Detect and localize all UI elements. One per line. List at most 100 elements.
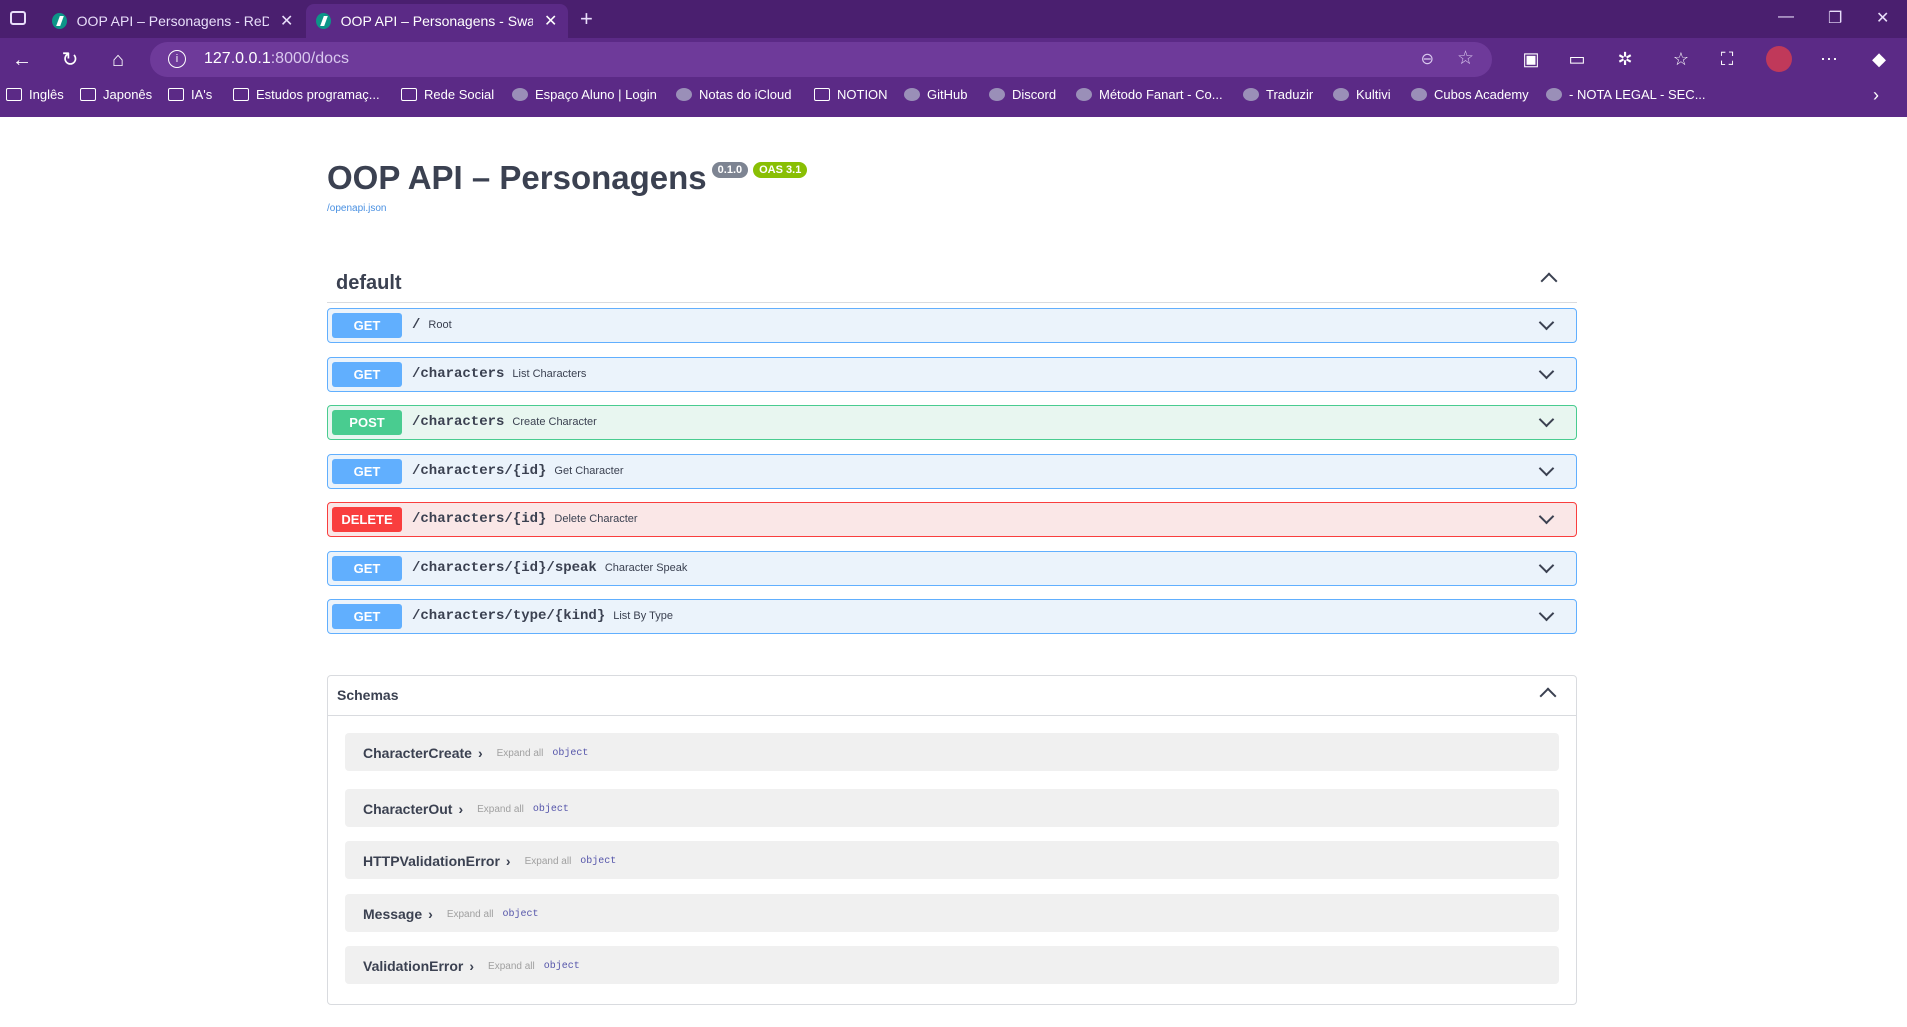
expand-all-button[interactable]: Expand all (488, 961, 535, 972)
close-icon[interactable]: ✕ (279, 11, 294, 31)
bookmark-link[interactable]: Kultivi (1333, 87, 1391, 102)
chevron-right-icon[interactable]: › (478, 745, 483, 761)
schema-model[interactable]: HTTPValidationError › Expand all object (345, 841, 1559, 879)
operation-summary: Character Speak (604, 562, 688, 574)
chevron-right-icon[interactable]: › (469, 958, 474, 974)
operation-path: /characters/type/{kind} List By Type (412, 608, 673, 624)
chevron-right-icon[interactable]: › (458, 801, 463, 817)
section-header[interactable]: default (327, 267, 1577, 303)
bookmark-folder[interactable]: IA's (168, 87, 212, 102)
restore-icon[interactable]: ❐ (1828, 8, 1842, 28)
bookmark-link[interactable]: Traduzir (1243, 87, 1313, 102)
url-text[interactable]: 127.0.0.1:8000/docs (204, 50, 349, 68)
operation-summary: List By Type (613, 610, 673, 622)
openapi-link[interactable]: /openapi.json (327, 203, 387, 214)
operation-summary: Delete Character (554, 513, 638, 525)
chevron-right-icon[interactable]: › (428, 906, 433, 922)
operation-summary: List Characters (512, 368, 587, 380)
bookmark-folder[interactable]: Estudos programaç... (233, 87, 380, 102)
operation-get-character[interactable]: GET /characters/{id} Get Character (327, 454, 1577, 489)
schema-type: object (502, 908, 539, 920)
schema-name[interactable]: HTTPValidationError (363, 853, 500, 869)
screenshot-icon[interactable]: ⛶ (1714, 46, 1740, 72)
extensions-puzzle-icon[interactable]: ✲ (1612, 46, 1638, 72)
operation-path: /characters List Characters (412, 366, 587, 382)
extension-icon[interactable]: ▣ (1518, 46, 1544, 72)
github-icon (904, 88, 920, 101)
chevron-down-icon[interactable] (1538, 460, 1555, 477)
home-icon (814, 88, 830, 101)
favorites-icon[interactable]: ☆ (1668, 46, 1694, 72)
bookmark-link[interactable]: GitHub (904, 87, 967, 102)
operation-get-by-type[interactable]: GET /characters/type/{kind} List By Type (327, 599, 1577, 634)
schema-model[interactable]: CharacterCreate › Expand all object (345, 733, 1559, 771)
home-icon[interactable]: ⌂ (104, 46, 132, 74)
schema-name[interactable]: CharacterCreate (363, 745, 472, 761)
method-badge: GET (332, 604, 402, 629)
bookmark-folder[interactable]: Japonês (80, 87, 152, 102)
bookmark-link[interactable]: NOTION (814, 87, 888, 102)
chevron-down-icon[interactable] (1538, 508, 1555, 525)
bookmark-folder[interactable]: Rede Social (401, 87, 494, 102)
tab-actions-icon[interactable] (10, 11, 26, 25)
schema-model[interactable]: Message › Expand all object (345, 894, 1559, 932)
schemas-header[interactable]: Schemas (328, 676, 1576, 716)
reload-icon[interactable]: ↻ (56, 46, 84, 74)
close-window-icon[interactable]: ✕ (1876, 8, 1889, 28)
bookmark-link[interactable]: Discord (989, 87, 1056, 102)
expand-all-button[interactable]: Expand all (447, 909, 494, 920)
schemas-title: Schemas (337, 687, 399, 703)
browser-chrome: OOP API – Personagens - ReDoc ✕ OOP API … (0, 0, 1907, 117)
expand-all-button[interactable]: Expand all (477, 804, 524, 815)
chevron-right-icon[interactable]: › (1873, 85, 1879, 106)
schema-name[interactable]: Message (363, 906, 422, 922)
tab-redoc[interactable]: OOP API – Personagens - ReDoc ✕ (42, 4, 304, 38)
site-icon (512, 88, 528, 101)
more-menu-icon[interactable]: ⋯ (1816, 46, 1842, 72)
fastapi-icon (52, 13, 67, 29)
bookmark-link[interactable]: Método Fanart - Co... (1076, 87, 1223, 102)
tab-title: OOP API – Personagens - Swagger (340, 13, 534, 29)
chevron-up-icon[interactable] (1539, 687, 1557, 705)
operation-get-character-speak[interactable]: GET /characters/{id}/speak Character Spea… (327, 551, 1577, 586)
bookmark-link[interactable]: - NOTA LEGAL - SEC... (1546, 87, 1706, 102)
schema-model[interactable]: ValidationError › Expand all object (345, 946, 1559, 984)
bookmark-folder[interactable]: Inglês (6, 87, 64, 102)
chevron-right-icon[interactable]: › (506, 853, 511, 869)
apple-icon (676, 88, 692, 101)
info-icon[interactable]: i (168, 50, 186, 68)
version-badge: 0.1.0 (711, 162, 749, 178)
schema-model[interactable]: CharacterOut › Expand all object (345, 789, 1559, 827)
chevron-down-icon[interactable] (1538, 605, 1555, 622)
close-icon[interactable]: ✕ (543, 11, 558, 31)
bookmark-link[interactable]: Espaço Aluno | Login (512, 87, 657, 102)
address-bar[interactable]: i 127.0.0.1:8000/docs ⊖ ☆ (150, 42, 1492, 77)
minimize-icon[interactable]: — (1778, 8, 1794, 26)
tab-swagger[interactable]: OOP API – Personagens - Swagger ✕ (306, 4, 568, 38)
favorite-star-icon[interactable]: ☆ (1457, 47, 1474, 70)
chevron-down-icon[interactable] (1538, 557, 1555, 574)
split-screen-icon[interactable]: ▭ (1564, 46, 1590, 72)
bookmark-link[interactable]: Cubos Academy (1411, 87, 1529, 102)
chevron-down-icon[interactable] (1538, 411, 1555, 428)
bookmark-link[interactable]: Notas do iCloud (676, 87, 792, 102)
tab-bar: OOP API – Personagens - ReDoc ✕ OOP API … (0, 0, 1907, 38)
new-tab-button[interactable]: + (580, 6, 593, 32)
copilot-icon[interactable]: ◆ (1866, 46, 1892, 72)
profile-avatar[interactable] (1766, 46, 1792, 72)
operation-post-characters[interactable]: POST /characters Create Character (327, 405, 1577, 440)
operation-get-root[interactable]: GET / Root (327, 308, 1577, 343)
schema-name[interactable]: ValidationError (363, 958, 463, 974)
back-icon[interactable]: ← (8, 46, 36, 74)
folder-icon (6, 88, 22, 101)
expand-all-button[interactable]: Expand all (525, 856, 572, 867)
chevron-up-icon[interactable] (1540, 272, 1558, 290)
expand-all-button[interactable]: Expand all (497, 748, 544, 759)
schema-name[interactable]: CharacterOut (363, 801, 452, 817)
operation-delete-character[interactable]: DELETE /characters/{id} Delete Character (327, 502, 1577, 537)
zoom-icon[interactable]: ⊖ (1421, 49, 1434, 69)
chevron-down-icon[interactable] (1538, 314, 1555, 331)
chevron-down-icon[interactable] (1538, 363, 1555, 380)
operation-get-characters[interactable]: GET /characters List Characters (327, 357, 1577, 392)
fastapi-icon (316, 13, 331, 29)
